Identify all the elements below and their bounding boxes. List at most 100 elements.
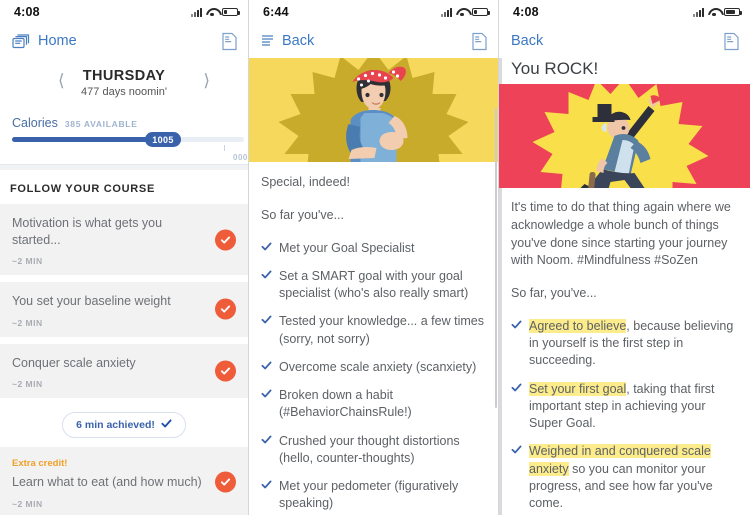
course-card-title: Conquer scale anxiety (12, 355, 136, 370)
course-card-duration: ~2 MIN (12, 317, 43, 328)
back-button[interactable]: Back (511, 33, 543, 49)
document-icon[interactable] (723, 32, 740, 51)
list-item-label: Crushed your thought distortions (hello,… (279, 433, 460, 465)
calories-end-label: 0000 (233, 153, 248, 162)
check-icon (261, 388, 272, 399)
status-bar: 6:44 (249, 0, 498, 24)
signal-bars-icon (191, 7, 202, 17)
phone-screen-article-red: 4:08 Back You ROCK! It's time to do that… (498, 0, 750, 515)
list-item: Agreed to believe, because believing in … (511, 318, 736, 370)
achievement-list: Agreed to believe, because believing in … (511, 318, 736, 515)
check-circle-icon (215, 360, 236, 382)
check-icon (261, 479, 272, 490)
article-lead: So far, you've... (511, 286, 597, 300)
article-body: It's time to do that thing again where w… (499, 188, 750, 515)
list-item: Met your pedometer (figuratively speakin… (261, 478, 484, 513)
list-item-label: Broken down a habit (#BehaviorChainsRule… (279, 388, 412, 420)
course-card-duration: ~2 MIN (12, 256, 43, 266)
page-title: You ROCK! (511, 59, 599, 78)
chevron-right-icon[interactable]: ⟩ (203, 72, 210, 89)
phone-screen-home: 4:08 Home ⟨ THURSDAY 477 days noomin' ⟩ … (0, 0, 248, 515)
course-card-title: Learn what to eat (and how much) (12, 475, 202, 489)
highlighted-text: Set your first goal (529, 381, 627, 396)
course-card[interactable]: Conquer scale anxiety ~2 MIN (0, 343, 248, 398)
list-item: Set a SMART goal with your goal speciali… (261, 268, 484, 303)
wifi-icon (456, 8, 468, 17)
status-icons (191, 7, 240, 17)
course-card-duration: ~2 MIN (12, 498, 43, 509)
document-icon[interactable] (471, 32, 488, 51)
list-icon (261, 34, 274, 48)
status-icons (441, 7, 490, 17)
cards-stack-icon (12, 33, 30, 49)
list-item: Crushed your thought distortions (hello,… (261, 433, 484, 468)
check-icon (261, 314, 272, 325)
wifi-icon (708, 8, 720, 17)
list-item-label: Agreed to believe, because believing in … (529, 318, 736, 370)
wifi-icon (206, 8, 218, 17)
list-item-label: Set a SMART goal with your goal speciali… (279, 268, 469, 300)
signal-bars-icon (441, 7, 452, 17)
list-item: Set your first goal, taking that first i… (511, 381, 736, 433)
phone-screen-article-yellow: 6:44 Back Special, indeed! So far you've… (248, 0, 498, 515)
section-title-course: FOLLOW YOUR COURSE (10, 183, 156, 195)
list-item: Tested your knowledge... a few times (so… (261, 313, 484, 348)
back-label: Back (511, 33, 544, 49)
back-label: Back (282, 33, 315, 49)
calories-progress-fill (12, 137, 163, 142)
check-circle-icon (215, 298, 236, 320)
list-item: Broken down a habit (#BehaviorChainsRule… (261, 387, 484, 422)
check-icon (511, 382, 522, 393)
course-card[interactable]: You set your baseline weight ~2 MIN (0, 282, 248, 337)
status-bar: 4:08 (499, 0, 750, 24)
achievement-pill[interactable]: 6 min achieved! (62, 412, 186, 438)
list-item-label: Tested your knowledge... a few times (so… (279, 314, 484, 346)
list-item-label: Set your first goal, taking that first i… (529, 381, 736, 433)
rosie-riveter-illustration (249, 58, 498, 162)
nav-bar-article: Back (249, 24, 498, 58)
check-icon (511, 444, 522, 455)
scrollbar[interactable] (494, 108, 497, 408)
document-icon[interactable] (221, 32, 238, 51)
check-icon (261, 269, 272, 280)
status-bar: 4:08 (0, 0, 248, 24)
day-header: ⟨ THURSDAY 477 days noomin' ⟩ (0, 58, 248, 102)
course-card[interactable]: Motivation is what gets you started... ~… (0, 204, 248, 275)
dancing-man-illustration (499, 84, 750, 188)
course-card-duration: ~2 MIN (12, 379, 43, 389)
nav-bar-article: Back (499, 24, 750, 58)
day-subtitle: 477 days noomin' (81, 86, 167, 98)
back-button[interactable]: Back (261, 33, 314, 49)
achievement-row: 6 min achieved! (0, 405, 248, 447)
calories-widget[interactable]: Calories 385 AVAILABLE 1005 0000 (0, 102, 248, 162)
list-item: Overcome scale anxiety (scanxiety) (261, 359, 484, 376)
check-icon (511, 319, 522, 330)
calories-tick (224, 145, 225, 151)
home-nav-button[interactable]: Home (12, 33, 77, 49)
day-title: THURSDAY (82, 68, 166, 84)
chevron-left-icon[interactable]: ⟨ (58, 72, 65, 89)
achievement-list: Met your Goal Specialist Set a SMART goa… (261, 240, 484, 515)
nav-title-home: Home (38, 33, 77, 49)
list-item-label: Weighed in and conquered scale anxiety s… (529, 443, 736, 512)
signal-bars-icon (693, 7, 704, 17)
course-card-extra-credit[interactable]: Extra credit! Learn what to eat (and how… (0, 447, 248, 515)
screenshot-root: 4:08 Home ⟨ THURSDAY 477 days noomin' ⟩ … (0, 0, 750, 515)
status-time: 6:44 (263, 5, 289, 19)
article-lead: So far you've... (261, 207, 344, 222)
article-intro: It's time to do that thing again where w… (511, 200, 731, 268)
highlighted-text: Agreed to believe (529, 318, 627, 333)
status-time: 4:08 (14, 5, 40, 19)
calories-available: 385 AVAILABLE (64, 119, 138, 129)
status-time: 4:08 (513, 5, 539, 19)
check-icon (261, 434, 272, 445)
article-intro: Special, indeed! (261, 175, 350, 189)
battery-icon (724, 7, 742, 17)
battery-icon (472, 7, 490, 17)
extra-credit-label: Extra credit! (12, 458, 68, 469)
article-body: Special, indeed! So far you've... Met yo… (249, 162, 498, 515)
list-item: Met your Goal Specialist (261, 240, 484, 257)
check-icon (261, 360, 272, 371)
battery-icon (222, 7, 240, 17)
check-icon (261, 241, 272, 252)
